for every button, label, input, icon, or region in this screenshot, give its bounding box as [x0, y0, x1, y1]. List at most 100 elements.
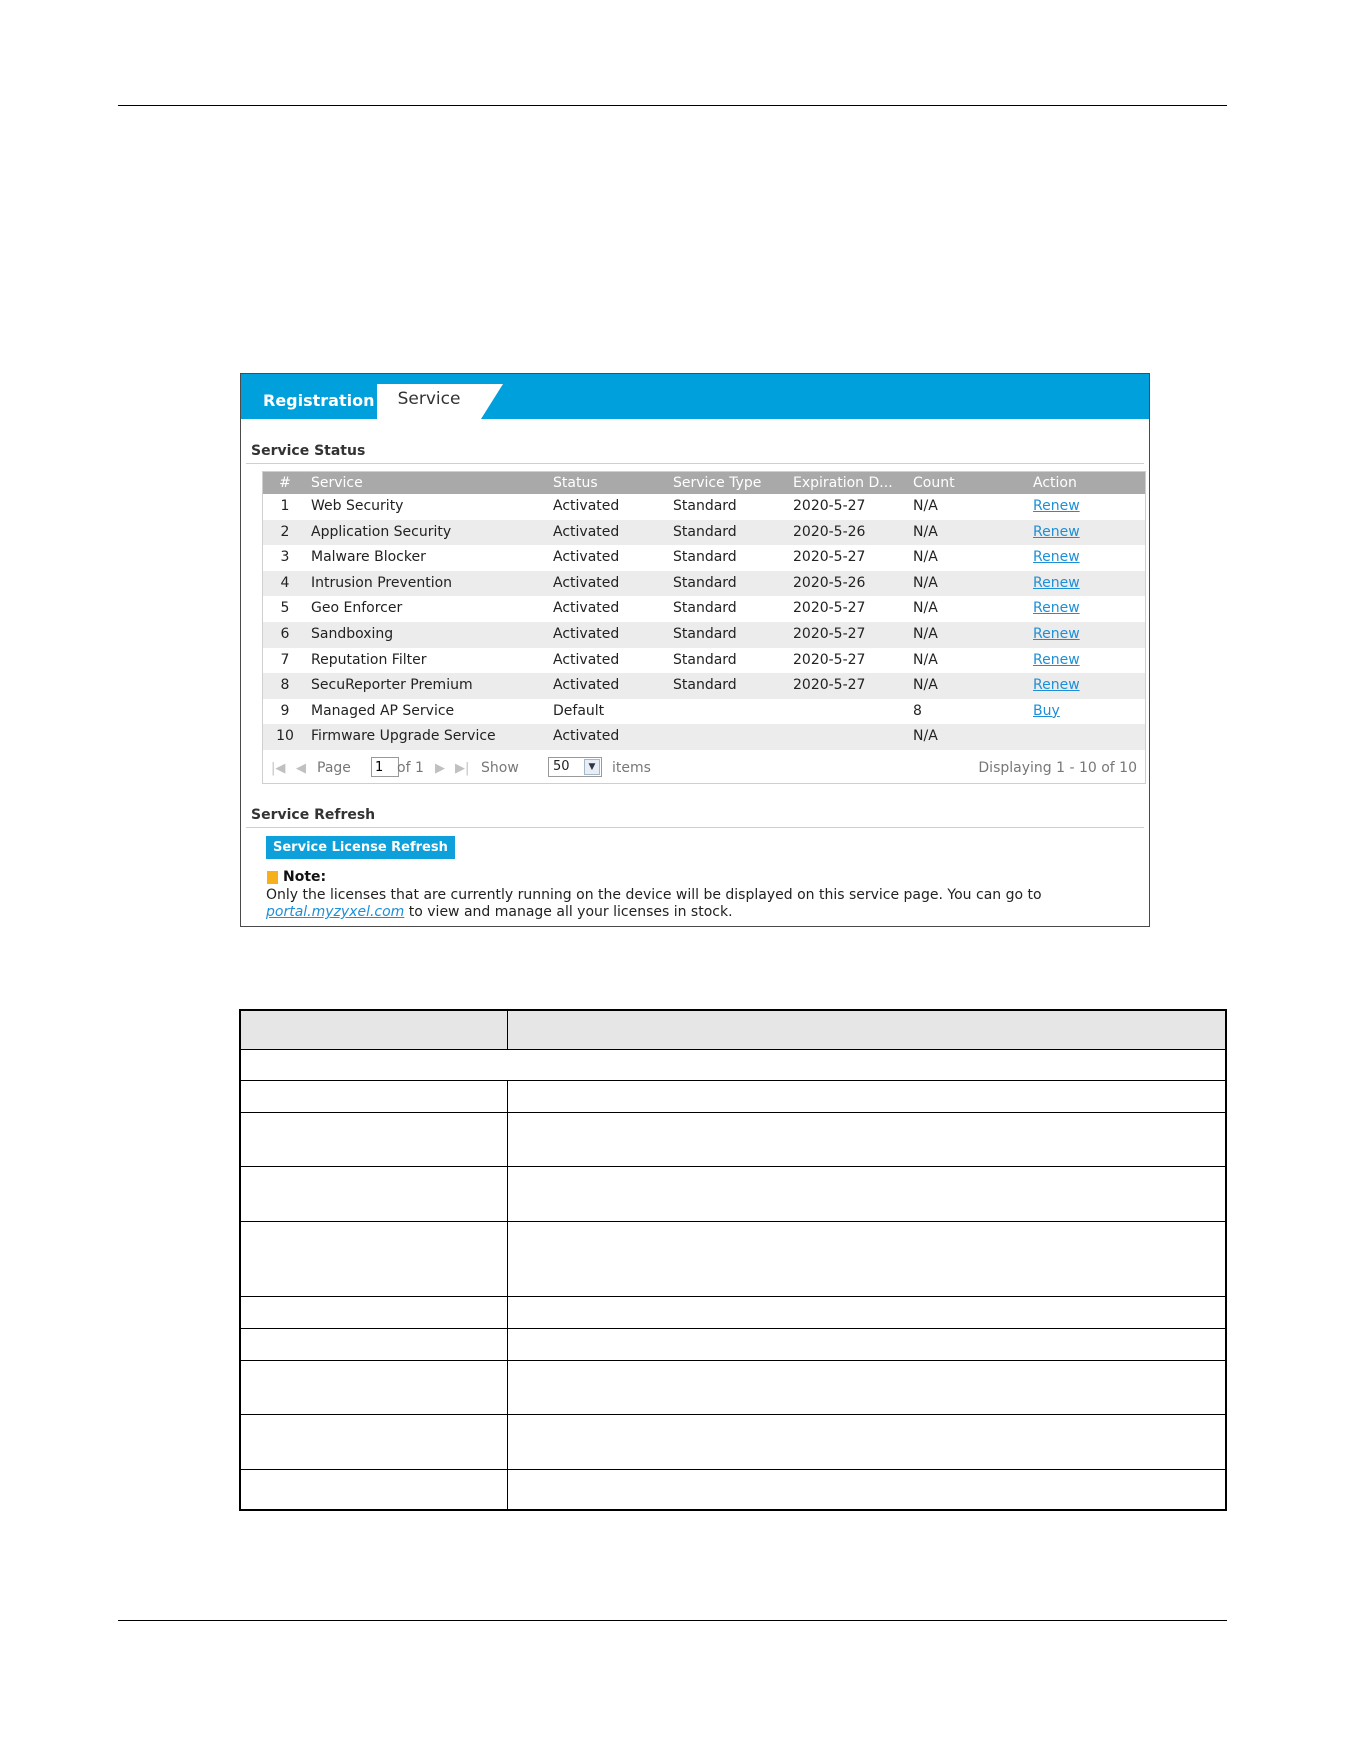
- row-action-link[interactable]: Buy: [1033, 703, 1060, 719]
- table-row: [241, 1166, 1225, 1222]
- col-count-header[interactable]: Count: [913, 475, 955, 491]
- row-action-link[interactable]: Renew: [1033, 549, 1080, 565]
- row-service: Web Security: [311, 498, 404, 514]
- portal-link[interactable]: portal.myzyxel.com: [266, 904, 404, 920]
- row-service: Application Security: [311, 523, 452, 540]
- row-number: 7: [280, 651, 290, 668]
- row-status: Activated: [553, 677, 620, 694]
- table-header-row: [241, 1011, 1225, 1049]
- row-expiration: 2020-5-27: [793, 549, 866, 566]
- row-status: Activated: [553, 549, 620, 566]
- row-action-link[interactable]: Renew: [1033, 600, 1080, 616]
- service-license-refresh-button[interactable]: Service License Refresh: [266, 836, 455, 859]
- col-status-header[interactable]: Status: [553, 475, 598, 491]
- col-expiration-header[interactable]: Expiration D...: [793, 475, 893, 491]
- row-service: Intrusion Prevention: [311, 574, 453, 591]
- table-row: [241, 1221, 1225, 1297]
- row-expiration: 2020-5-27: [793, 498, 866, 514]
- tab-service[interactable]: Service: [377, 384, 481, 419]
- table-row[interactable]: 10 Firmware Upgrade Service Activated N/A: [263, 724, 1145, 750]
- note-text: Only the licenses that are currently run…: [266, 887, 1136, 921]
- pager: |◀ ◀ Page of 1 ▶ ▶| Show 50 ▼ items Disp…: [263, 753, 1145, 783]
- row-action-link[interactable]: Renew: [1033, 652, 1080, 668]
- col-type-header[interactable]: Service Type: [673, 475, 761, 491]
- row-action-link[interactable]: Renew: [1033, 575, 1080, 591]
- prev-page-icon[interactable]: ◀: [296, 761, 306, 776]
- row-service-type: Standard: [673, 549, 737, 566]
- row-number: 2: [280, 523, 290, 540]
- tab-registration[interactable]: Registration: [263, 378, 374, 423]
- items-label: items: [612, 760, 651, 776]
- service-grid: # Service Status Service Type Expiration…: [262, 471, 1146, 784]
- row-service-type: Standard: [673, 651, 737, 668]
- row-expiration: 2020-5-27: [793, 626, 866, 642]
- row-action-link[interactable]: Renew: [1033, 524, 1080, 540]
- row-status: Activated: [553, 728, 620, 745]
- note-text-after: to view and manage all your licenses in …: [404, 904, 733, 920]
- row-number: 6: [280, 626, 290, 642]
- table-row: [241, 1080, 1225, 1113]
- table-row: [241, 1049, 1225, 1081]
- row-count: N/A: [913, 549, 938, 566]
- row-number: 4: [280, 574, 290, 591]
- note-text-before: Only the licenses that are currently run…: [266, 887, 1042, 903]
- row-expiration: 2020-5-27: [793, 677, 866, 694]
- row-number: 3: [280, 549, 290, 566]
- row-service: Geo Enforcer: [311, 600, 403, 617]
- row-status: Activated: [553, 523, 620, 540]
- table-row[interactable]: 1 Web Security Activated Standard 2020-5-27 N…: [263, 494, 1145, 520]
- row-service-type: Standard: [673, 600, 737, 617]
- row-expiration: 2020-5-26: [793, 574, 866, 591]
- tab-corner: [481, 384, 503, 419]
- row-service-type: Standard: [673, 626, 737, 642]
- row-status: Default: [553, 702, 605, 719]
- col-service-header[interactable]: Service: [311, 475, 363, 491]
- row-number: 5: [280, 600, 290, 617]
- row-service: Reputation Filter: [311, 651, 427, 668]
- row-count: N/A: [913, 728, 938, 745]
- row-service-type: Standard: [673, 574, 737, 591]
- table-row[interactable]: 4 Intrusion Prevention Activated Standard 20…: [263, 570, 1145, 597]
- row-expiration: 2020-5-27: [793, 600, 866, 617]
- row-service: Sandboxing: [311, 626, 394, 642]
- last-page-icon[interactable]: ▶|: [455, 761, 469, 776]
- page-of-label: of 1: [397, 760, 424, 776]
- first-page-icon[interactable]: |◀: [271, 761, 285, 776]
- show-label: Show: [481, 760, 519, 776]
- row-service: SecuReporter Premium: [311, 677, 473, 694]
- col-action-header[interactable]: Action: [1033, 475, 1077, 491]
- col-num-header[interactable]: #: [275, 475, 295, 491]
- row-service: Malware Blocker: [311, 549, 426, 566]
- chevron-down-icon[interactable]: ▼: [584, 759, 600, 775]
- row-action-link[interactable]: Renew: [1033, 626, 1080, 642]
- row-number: 8: [280, 677, 290, 694]
- section-divider: [246, 827, 1144, 828]
- page-size-value: 50: [553, 759, 570, 774]
- row-status: Activated: [553, 651, 620, 668]
- service-screen: Registration Service Service Status # Se…: [240, 373, 1150, 927]
- next-page-icon[interactable]: ▶: [435, 761, 445, 776]
- table-row[interactable]: 8 SecuReporter Premium Activated Standard 20…: [263, 673, 1145, 699]
- table-row[interactable]: 5 Geo Enforcer Activated Standard 2020-5-27 N…: [263, 596, 1145, 622]
- row-action-link[interactable]: Renew: [1033, 677, 1080, 693]
- row-number: 10: [276, 728, 294, 745]
- table-row: [241, 1469, 1225, 1510]
- service-refresh-title: Service Refresh: [251, 807, 376, 823]
- bottom-rule: [118, 1620, 1227, 1621]
- row-service-type: Standard: [673, 498, 737, 514]
- page-label: Page: [317, 760, 351, 776]
- page-size-select[interactable]: 50 ▼: [548, 757, 602, 777]
- table-row[interactable]: 2 Application Security Activated Standard 20…: [263, 519, 1145, 546]
- service-status-title: Service Status: [251, 443, 366, 459]
- row-service: Managed AP Service: [311, 702, 455, 719]
- table-row[interactable]: 9 Managed AP Service Default 8 Buy: [263, 699, 1145, 725]
- note-icon: [267, 871, 278, 884]
- table-row: [241, 1328, 1225, 1361]
- table-row[interactable]: 6 Sandboxing Activated Standard 2020-5-27 N/A…: [263, 622, 1145, 648]
- field-description-table: [239, 1009, 1227, 1511]
- table-row[interactable]: 7 Reputation Filter Activated Standard 2020-…: [263, 648, 1145, 674]
- table-row[interactable]: 3 Malware Blocker Activated Standard 2020-5-…: [263, 545, 1145, 571]
- section-divider: [246, 463, 1144, 464]
- page-input[interactable]: [371, 757, 399, 777]
- row-action-link[interactable]: Renew: [1033, 498, 1080, 514]
